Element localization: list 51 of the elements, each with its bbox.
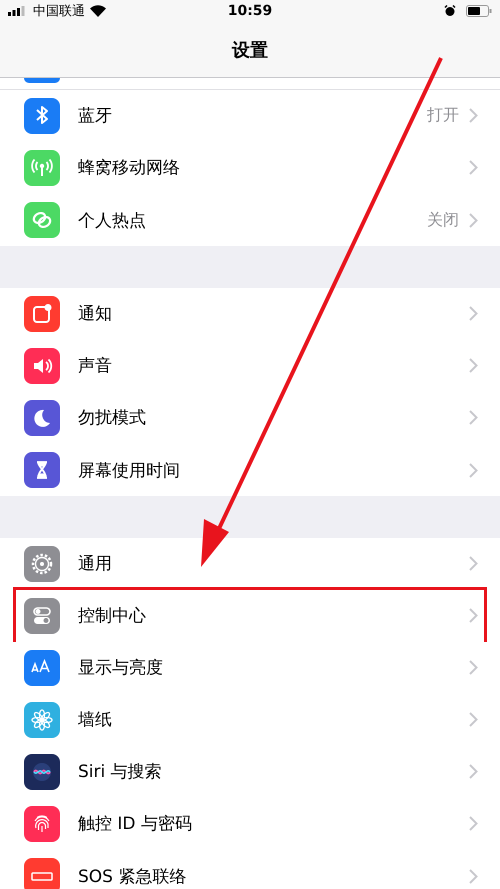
settings-row[interactable]: 通知 <box>0 288 500 340</box>
battery-icon <box>466 5 492 17</box>
settings-row[interactable]: 显示与亮度 <box>0 642 500 694</box>
settings-row[interactable]: 墙纸 <box>0 694 500 746</box>
setting-label[interactable]: 勿扰模式 <box>78 406 469 429</box>
carrier-name: 中国联通 <box>33 3 85 20</box>
settings-row[interactable] <box>0 78 500 90</box>
settings-row[interactable]: Siri 与搜索 <box>0 746 500 798</box>
settings-row[interactable]: 勿扰模式 <box>0 392 500 444</box>
setting-label[interactable]: SOS 紧急联络 <box>78 864 469 888</box>
setting-label[interactable]: 墙纸 <box>78 708 469 731</box>
chevron-right-icon <box>469 212 478 228</box>
settings-row[interactable]: 个人热点 关闭 <box>0 194 500 246</box>
chevron-right-icon <box>469 556 478 571</box>
setting-label[interactable]: 个人热点 <box>78 208 427 232</box>
setting-value: 关闭 <box>427 210 459 230</box>
wifi-icon <box>90 5 106 17</box>
setting-label[interactable]: 控制中心 <box>78 604 469 627</box>
setting-label[interactable]: 蜂窝移动网络 <box>78 156 469 179</box>
setting-label[interactable]: 通知 <box>78 302 469 325</box>
setting-label[interactable]: Siri 与搜索 <box>78 760 469 783</box>
chevron-right-icon <box>469 868 478 884</box>
chevron-right-icon <box>469 764 478 779</box>
alarm-clock-icon <box>444 5 456 17</box>
chevron-right-icon <box>469 108 478 123</box>
chevron-right-icon <box>469 462 478 478</box>
settings-row[interactable]: 通用 <box>0 538 500 590</box>
page-title: 设置 <box>232 38 268 62</box>
chevron-right-icon <box>469 358 478 373</box>
chevron-right-icon <box>469 306 478 321</box>
setting-label[interactable]: 声音 <box>78 354 469 377</box>
chevron-right-icon <box>469 410 478 425</box>
settings-row[interactable]: 触控 ID 与密码 <box>0 798 500 850</box>
settings-row[interactable]: 声音 <box>0 340 500 392</box>
chevron-right-icon <box>469 160 478 175</box>
clock-time: 10:59 <box>228 3 272 19</box>
settings-row[interactable]: 控制中心 <box>0 590 500 642</box>
chevron-right-icon <box>469 660 478 675</box>
settings-row[interactable]: SOS 紧急联络 <box>0 850 500 889</box>
chevron-right-icon <box>469 816 478 831</box>
setting-label[interactable]: 触控 ID 与密码 <box>78 812 469 835</box>
setting-label[interactable]: 通用 <box>78 552 469 575</box>
chevron-right-icon <box>469 608 478 623</box>
setting-label[interactable]: 屏幕使用时间 <box>78 458 469 482</box>
settings-row[interactable]: 蜂窝移动网络 <box>0 142 500 194</box>
setting-label[interactable]: 显示与亮度 <box>78 656 469 679</box>
settings-row[interactable]: 蓝牙 打开 <box>0 90 500 142</box>
chevron-right-icon <box>469 712 478 727</box>
setting-value: 打开 <box>427 105 459 126</box>
settings-row[interactable]: 屏幕使用时间 <box>0 444 500 496</box>
setting-label[interactable]: 蓝牙 <box>78 104 427 127</box>
